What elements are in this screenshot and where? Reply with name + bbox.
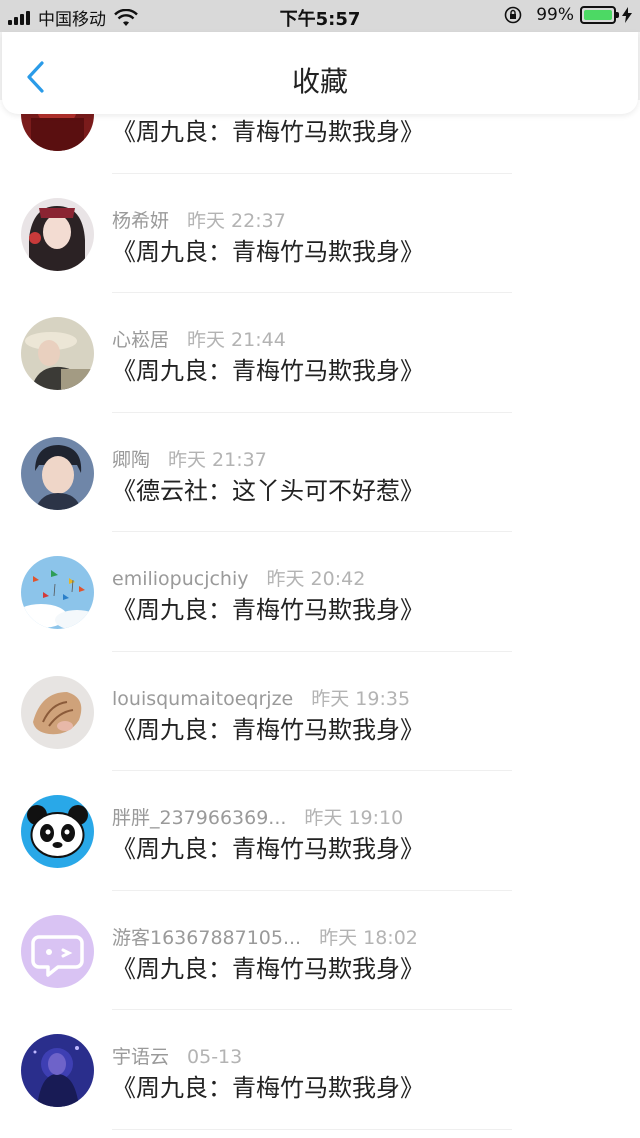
item-meta: 游客16367887105... 昨天 18:02 [112,923,418,950]
timestamp: 昨天 19:10 [304,807,404,829]
nav-header: 收藏 [2,32,638,114]
username[interactable]: emiliopucjchiy [112,568,249,590]
item-title[interactable]: 《德云社：这丫头可不好惹》 [112,471,424,506]
battery-icon [580,6,619,24]
username[interactable]: louisqumaitoeqrjze [112,688,293,710]
list-item[interactable]: 卿陶 昨天 21:37 《德云社：这丫头可不好惹》 [0,413,640,532]
list-item[interactable]: emiliopucjchiy 昨天 20:42 《周九良：青梅竹马欺我身》 [0,532,640,652]
timestamp: 05-13 [187,1046,243,1068]
timestamp: 昨天 21:37 [168,448,267,471]
timestamp: 昨天 21:44 [187,329,286,351]
item-meta: 宇语云 05-13 [112,1042,242,1069]
item-title[interactable]: 《周九良：青梅竹马欺我身》 [112,232,424,267]
list-item[interactable]: 心崧居 昨天 21:44 《周九良：青梅竹马欺我身》 [0,293,640,413]
username[interactable]: 心崧居 [112,329,169,351]
avatar[interactable] [21,1034,94,1107]
item-meta: emiliopucjchiy 昨天 20:42 [112,564,365,591]
avatar[interactable] [21,914,94,988]
item-title[interactable]: 《周九良：青梅竹马欺我身》 [112,590,424,625]
avatar[interactable] [21,795,94,868]
item-meta: louisqumaitoeqrjze 昨天 19:35 [112,684,410,711]
list-item[interactable]: 杨希妍 昨天 22:37 《周九良：青梅竹马欺我身》 [0,174,640,293]
username[interactable]: 杨希妍 [112,210,169,232]
item-title[interactable]: 《周九良：青梅竹马欺我身》 [112,351,424,386]
status-right: 99% [504,5,632,25]
status-bar: 中国移动 下午5:57 99% [0,0,640,32]
item-title[interactable]: 《周九良：青梅竹马欺我身》 [112,112,424,147]
list-item[interactable]: louisqumaitoeqrjze 昨天 19:35 《周九良：青梅竹马欺我身》 [0,652,640,771]
list-item[interactable]: 游客16367887105... 昨天 18:02 《周九良：青梅竹马欺我身》 [0,891,640,1010]
avatar[interactable] [21,436,94,510]
item-title[interactable]: 《周九良：青梅竹马欺我身》 [112,949,424,984]
charging-bolt-icon [622,7,632,23]
item-title[interactable]: 《周九良：青梅竹马欺我身》 [112,710,424,745]
list-items: 《周九良：青梅竹马欺我身》 杨希妍 昨天 22:37 《周九良：青梅竹马欺我身》 心崧居… [0,100,640,1130]
item-title[interactable]: 《周九良：青梅竹马欺我身》 [112,1068,424,1103]
row-divider [112,1128,512,1130]
avatar[interactable] [21,197,94,271]
username[interactable]: 卿陶 [112,449,150,471]
list-item[interactable]: 胖胖_237966369... 昨天 19:10 《周九良：青梅竹马欺我身》 [0,771,640,891]
username[interactable]: 胖胖_237966369... [112,807,286,829]
timestamp: 昨天 19:35 [311,687,411,710]
page-title: 收藏 [291,65,348,98]
avatar[interactable] [21,556,94,629]
battery-percent: 99% [536,5,574,25]
favorites-list[interactable]: 《周九良：青梅竹马欺我身》 杨希妍 昨天 22:37 《周九良：青梅竹马欺我身》 心崧居… [0,100,640,1138]
item-meta: 卿陶 昨天 21:37 [112,445,267,472]
favorites-screen: 中国移动 下午5:57 99% 《周九良：青梅竹马欺我身》 杨希妍 昨天 22:… [0,0,640,1138]
list-item[interactable]: 宇语云 05-13 《周九良：青梅竹马欺我身》 [0,1010,640,1130]
timestamp: 昨天 22:37 [187,209,286,232]
avatar[interactable] [21,317,94,390]
avatar[interactable] [21,675,94,749]
item-meta: 心崧居 昨天 21:44 [112,325,286,352]
username[interactable]: 宇语云 [112,1046,169,1068]
item-meta: 杨希妍 昨天 22:37 [112,206,286,233]
rotation-lock-icon [504,6,522,24]
item-title[interactable]: 《周九良：青梅竹马欺我身》 [112,829,424,864]
item-meta: 胖胖_237966369... 昨天 19:10 [112,803,403,830]
timestamp: 昨天 20:42 [266,568,366,590]
timestamp: 昨天 18:02 [319,926,418,949]
username[interactable]: 游客16367887105... [112,927,301,949]
